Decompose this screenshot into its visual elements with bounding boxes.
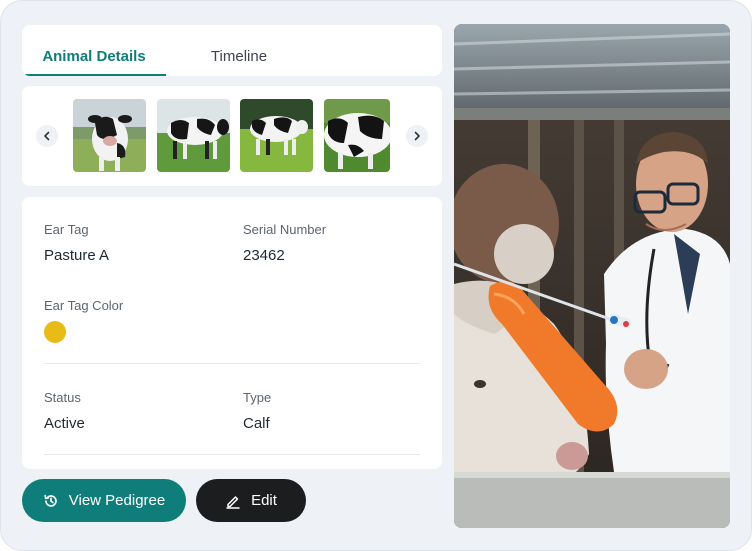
edit-button[interactable]: Edit (196, 479, 306, 522)
divider (44, 454, 420, 455)
ear-tag-color-swatch (44, 321, 66, 343)
history-icon (44, 494, 57, 507)
tab-bar: Animal Details Timeline (22, 25, 442, 76)
serial-number-value: 23462 (243, 247, 285, 264)
tab-animal-details[interactable]: Animal Details (22, 25, 166, 76)
chevron-right-icon (414, 131, 420, 141)
type-value: Calf (243, 415, 270, 432)
status-value: Active (44, 415, 85, 432)
gallery-thumbnail-4[interactable] (324, 99, 390, 172)
serial-number-label: Serial Number (243, 222, 327, 237)
app-frame: Animal Details Timeline Ear Tag Pasture … (0, 0, 752, 551)
ear-tag-color-label: Ear Tag Color (44, 298, 124, 313)
photo-gallery (22, 86, 442, 186)
pencil-icon (226, 495, 240, 509)
status-label: Status (44, 390, 81, 405)
animal-details-card: Ear Tag Pasture A Serial Number 23462 Ea… (22, 197, 442, 469)
tab-timeline[interactable]: Timeline (172, 25, 306, 76)
gallery-thumbnail-1[interactable] (73, 99, 146, 172)
type-label: Type (243, 390, 272, 405)
view-pedigree-label: View Pedigree (68, 492, 166, 509)
ear-tag-value: Pasture A (44, 247, 110, 264)
gallery-prev-button[interactable] (36, 125, 58, 147)
veterinarian-photo (454, 24, 730, 528)
chevron-left-icon (44, 131, 50, 141)
divider (44, 363, 420, 364)
gallery-thumbnail-2[interactable] (157, 99, 230, 172)
gallery-next-button[interactable] (406, 125, 428, 147)
edit-label: Edit (251, 492, 277, 509)
ear-tag-label: Ear Tag (44, 222, 89, 237)
gallery-thumbnail-3[interactable] (240, 99, 313, 172)
view-pedigree-button[interactable]: View Pedigree (22, 479, 186, 522)
